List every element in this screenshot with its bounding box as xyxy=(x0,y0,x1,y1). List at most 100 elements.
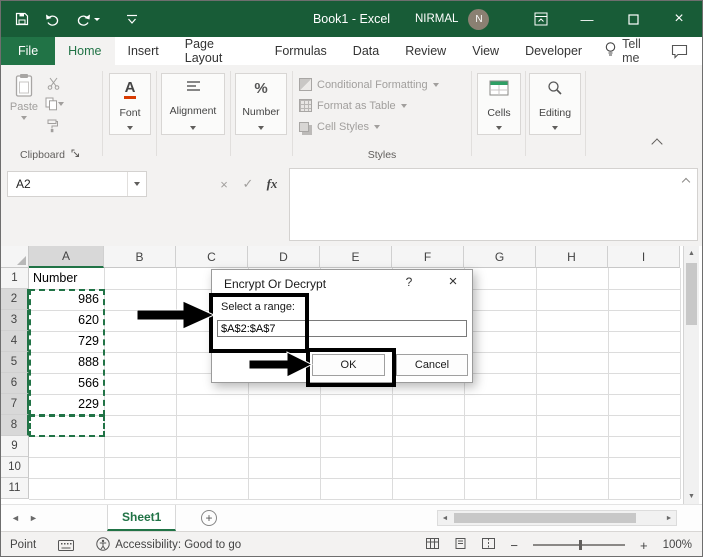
column-header-B[interactable]: B xyxy=(104,246,176,268)
sheet-tab-sheet1[interactable]: Sheet1 xyxy=(107,505,177,531)
new-sheet-button[interactable]: + xyxy=(201,510,217,526)
column-header-H[interactable]: H xyxy=(536,246,608,268)
keyboard-icon[interactable] xyxy=(58,539,75,551)
column-header-D[interactable]: D xyxy=(248,246,320,268)
sheet-nav-right[interactable]: ► xyxy=(29,505,38,531)
redo-button[interactable] xyxy=(76,13,100,26)
scroll-right-button[interactable]: ► xyxy=(662,511,676,525)
cancel-button[interactable]: Cancel xyxy=(396,354,468,376)
tab-formulas[interactable]: Formulas xyxy=(262,37,340,65)
ribbon-conditional-formatting[interactable]: Conditional Formatting xyxy=(299,74,467,95)
horizontal-scrollbar-thumb[interactable] xyxy=(454,513,636,523)
redo-dropdown-icon[interactable] xyxy=(94,17,100,21)
close-button[interactable]: × xyxy=(656,1,702,37)
font-group-button[interactable]: A Font xyxy=(109,73,151,135)
gridline xyxy=(29,436,680,437)
tab-review[interactable]: Review xyxy=(392,37,459,65)
tab-page-layout[interactable]: Page Layout xyxy=(172,37,262,65)
column-header-E[interactable]: E xyxy=(320,246,392,268)
tab-home[interactable]: Home xyxy=(55,37,115,65)
row-header-9[interactable]: 9 xyxy=(1,436,29,457)
paste-button[interactable]: Paste xyxy=(7,73,41,139)
alignment-icon xyxy=(186,80,201,95)
alignment-group-button[interactable]: Alignment xyxy=(161,73,225,135)
ribbon-cell-styles[interactable]: Cell Styles xyxy=(299,116,467,137)
column-header-A[interactable]: A xyxy=(29,246,104,268)
ok-button[interactable]: OK xyxy=(312,354,385,376)
collapse-ribbon-button[interactable] xyxy=(649,137,665,151)
select-all-corner[interactable] xyxy=(1,246,29,268)
format-painter-button[interactable] xyxy=(46,119,58,133)
save-button[interactable] xyxy=(15,12,29,26)
zoom-out-button[interactable]: − xyxy=(510,538,518,553)
collapse-formula-bar-icon[interactable] xyxy=(681,177,691,187)
clipboard-dialog-launcher[interactable] xyxy=(71,149,80,161)
page-layout-view-button[interactable] xyxy=(454,538,467,552)
row-header-2[interactable]: 2 xyxy=(1,289,29,310)
cancel-entry-button[interactable]: × xyxy=(213,171,235,197)
row-header-11[interactable]: 11 xyxy=(1,478,29,499)
column-header-G[interactable]: G xyxy=(464,246,536,268)
accessibility-status[interactable]: Accessibility: Good to go xyxy=(96,536,241,554)
sheet-nav-left[interactable]: ◄ xyxy=(11,505,20,531)
row-header-7[interactable]: 7 xyxy=(1,394,29,415)
column-header-C[interactable]: C xyxy=(176,246,248,268)
zoom-slider[interactable] xyxy=(532,540,625,550)
range-input[interactable] xyxy=(217,320,467,337)
row-header-6[interactable]: 6 xyxy=(1,373,29,394)
enter-entry-button[interactable]: ✓ xyxy=(237,171,259,197)
row-header-5[interactable]: 5 xyxy=(1,352,29,373)
row-header-8[interactable]: 8 xyxy=(1,415,29,436)
scroll-left-button[interactable]: ◄ xyxy=(438,511,452,525)
tab-data[interactable]: Data xyxy=(340,37,392,65)
horizontal-scrollbar[interactable]: ◄ ► xyxy=(437,510,677,526)
zoom-level[interactable]: 100% xyxy=(663,539,692,551)
zoom-in-button[interactable]: + xyxy=(640,538,648,553)
maximize-button[interactable] xyxy=(610,1,656,37)
row-header-3[interactable]: 3 xyxy=(1,310,29,331)
cells-group-button[interactable]: Cells xyxy=(477,73,521,135)
group-separator xyxy=(525,71,526,156)
tab-insert[interactable]: Insert xyxy=(115,37,172,65)
gridline xyxy=(29,457,680,458)
tab-developer[interactable]: Developer xyxy=(512,37,595,65)
minimize-button[interactable]: — xyxy=(564,1,610,37)
comment-icon[interactable] xyxy=(671,37,702,65)
row-header-1[interactable]: 1 xyxy=(1,268,29,289)
formula-bar: A2 × ✓ fx xyxy=(1,164,702,246)
tab-file[interactable]: File xyxy=(1,37,56,65)
ribbon-display-options-button[interactable] xyxy=(518,1,564,37)
row-header-10[interactable]: 10 xyxy=(1,457,29,478)
dialog-help-button[interactable]: ? xyxy=(400,275,418,289)
ribbon-format-as-table[interactable]: Format as Table xyxy=(299,95,467,116)
customize-quick-access-button[interactable] xyxy=(126,14,138,25)
number-group-button[interactable]: % Number xyxy=(235,73,287,135)
vertical-scrollbar[interactable]: ▲ ▼ xyxy=(683,246,699,504)
formula-input[interactable] xyxy=(289,168,698,241)
user-avatar[interactable]: N xyxy=(468,8,490,30)
cell-A1[interactable]: Number xyxy=(29,268,103,288)
undo-button[interactable] xyxy=(45,13,60,26)
zoom-slider-thumb[interactable] xyxy=(578,540,582,550)
tell-me[interactable]: Tell me xyxy=(595,37,671,65)
column-header-I[interactable]: I xyxy=(608,246,680,268)
paste-dropdown-icon[interactable] xyxy=(21,116,27,120)
dialog-close-button[interactable]: × xyxy=(440,273,466,290)
vertical-scrollbar-thumb[interactable] xyxy=(686,263,697,325)
insert-function-button[interactable]: fx xyxy=(261,171,283,197)
account-area[interactable]: NIRMAL N xyxy=(415,1,490,37)
normal-view-button[interactable] xyxy=(426,538,440,552)
copy-dropdown-icon[interactable] xyxy=(58,102,64,106)
row-header-4[interactable]: 4 xyxy=(1,331,29,352)
tab-view[interactable]: View xyxy=(459,37,512,65)
scroll-up-button[interactable]: ▲ xyxy=(684,246,699,261)
name-box-dropdown[interactable] xyxy=(127,172,146,196)
chevron-down-icon xyxy=(400,103,407,108)
column-header-F[interactable]: F xyxy=(392,246,464,268)
editing-group-button[interactable]: Editing xyxy=(529,73,581,135)
page-break-view-button[interactable] xyxy=(482,538,496,552)
copy-button[interactable] xyxy=(45,97,64,111)
name-box[interactable]: A2 xyxy=(7,171,147,197)
scroll-down-button[interactable]: ▼ xyxy=(684,489,699,504)
cut-button[interactable] xyxy=(47,77,60,90)
